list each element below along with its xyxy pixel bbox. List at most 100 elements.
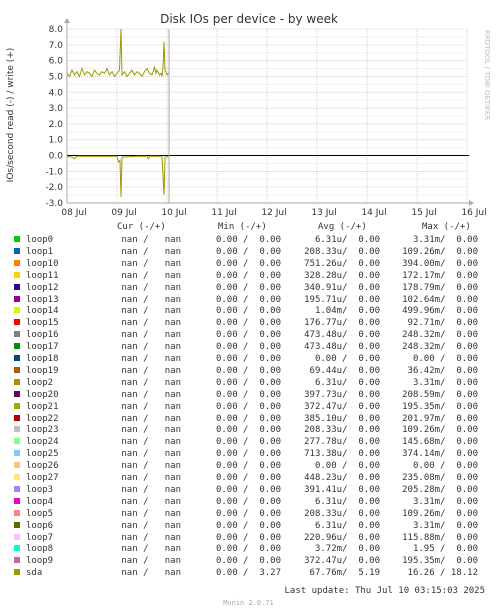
legend-swatch [14,247,20,254]
legend-avg: 328.28u/ 0.00 [304,270,380,281]
legend-min: 0.00 / 0.00 [215,306,281,317]
y-tick-label: -1.0 [45,167,63,177]
legend-row: loop10 nan / nan 0.00 / 0.00 751.26u/ 0.00 3… [0,258,497,270]
legend-row: loop13 nan / nan 0.00 / 0.00 195.71u/ 0.00 1… [0,294,497,306]
legend-row: loop14 nan / nan 0.00 / 0.00 1.04m/ 0.00 499… [0,305,497,317]
legend-swatch [14,521,20,528]
legend-name: loop4 [26,496,54,507]
legend-min: 0.00 / 0.00 [215,389,281,400]
x-tick-label: 13 Jul [311,208,336,218]
y-tick-label: 0.0 [49,152,64,162]
legend-name: loop6 [26,520,54,531]
legend-row: loop5 nan / nan 0.00 / 0.00 208.33u/ 0.00 10… [0,508,497,520]
legend-cur: nan / nan [121,282,181,293]
legend-avg: 473.48u/ 0.00 [304,342,380,353]
legend-swatch [14,271,20,278]
legend-cur: nan / nan [121,365,181,376]
legend-swatch [14,414,20,421]
legend-max: 248.32m/ 0.00 [402,330,478,341]
y-tick-label: 6.0 [49,57,64,67]
x-ticks: 08 Jul 09 Jul 10 Jul 11 Jul 12 Jul 13 Jul 14 J… [61,208,486,218]
legend-swatch [14,331,20,338]
legend-name: sda [26,568,43,579]
legend-cur: nan / nan [121,235,181,245]
legend-min: 0.00 / 0.00 [215,437,281,448]
legend-name: loop17 [26,342,59,353]
legend-min: 0.00 / 0.00 [215,235,281,245]
legend-name: loop18 [26,354,59,364]
legend-name: loop14 [26,306,59,317]
legend-cur: nan / nan [121,246,181,257]
legend-max: 16.26 / 18.12 [407,568,478,579]
legend-avg: 6.31u/ 0.00 [314,377,380,388]
legend-max: 3.31m/ 0.00 [412,235,478,245]
x-tick-label: 10 Jul [161,208,186,218]
y-tick-label: 5.0 [49,72,64,82]
legend-row: loop3 nan / nan 0.00 / 0.00 391.41u/ 0.00 20… [0,484,497,496]
legend-avg: 3.72m/ 0.00 [314,544,380,555]
y-tick-label: 7.0 [49,41,64,51]
legend-name: loop24 [26,437,59,448]
legend-row: loop7 nan / nan 0.00 / 0.00 220.96u/ 0.00 11… [0,532,497,544]
legend-row: loop4 nan / nan 0.00 / 0.00 6.31u/ 0.00 3.31… [0,496,497,508]
legend-max: 36.42m/ 0.00 [407,365,478,376]
legend-name: loop5 [26,508,54,519]
y-tick-label: 1.0 [49,136,64,146]
legend-avg: 6.31u/ 0.00 [314,520,380,531]
legend-cur: nan / nan [121,342,181,353]
legend-min: 0.00 / 0.00 [215,330,281,341]
legend-min: 0.00 / 0.00 [215,520,281,531]
x-tick-label: 11 Jul [211,208,236,218]
legend-max: 248.32m/ 0.00 [402,342,478,353]
legend-avg: 397.73u/ 0.00 [304,389,380,400]
legend-header-min: Min (-/+) [218,222,267,232]
legend-min: 0.00 / 0.00 [215,496,281,507]
legend-swatch [14,366,20,373]
legend-swatch [14,259,20,266]
legend-min: 0.00 / 0.00 [215,318,281,329]
watermark: RRDTOOL / TOBI OETIKER [483,30,491,120]
legend-row: loop25 nan / nan 0.00 / 0.00 713.38u/ 0.00 3… [0,448,497,460]
legend-row: loop22 nan / nan 0.00 / 0.00 385.10u/ 0.00 2… [0,413,497,425]
legend-min: 0.00 / 0.00 [215,354,281,364]
legend-avg: 751.26u/ 0.00 [304,258,380,269]
legend-name: loop11 [26,270,59,281]
legend-row: sda nan / nan 0.00 / 3.27 67.76m/ 5.19 16.26… [0,567,497,579]
legend-row: loop0 nan / nan 0.00 / 0.00 6.31u/ 0.00 3.31… [0,234,497,246]
legend-max: 172.17m/ 0.00 [402,270,478,281]
x-tick-label: 16 Jul [461,208,486,218]
legend-max: 3.31m/ 0.00 [412,377,478,388]
legend-name: loop3 [26,484,54,495]
legend-max: 374.14m/ 0.00 [402,449,478,460]
chart: Disk IOs per device - by week IOs/second… [6,12,491,218]
legend-cur: nan / nan [121,318,181,329]
legend-cur: nan / nan [121,568,181,579]
legend-avg: 6.31u/ 0.00 [314,235,380,245]
legend-row: loop20 nan / nan 0.00 / 0.00 397.73u/ 0.00 2… [0,389,497,401]
legend-swatch [14,319,20,326]
legend-cur: nan / nan [121,389,181,400]
legend-row: loop18 nan / nan 0.00 / 0.00 0.00 / 0.00 0.0… [0,353,497,365]
legend-min: 0.00 / 0.00 [215,532,281,543]
legend-avg: 195.71u/ 0.00 [304,294,380,305]
legend-swatch [14,557,20,564]
legend-cur: nan / nan [121,437,181,448]
legend-min: 0.00 / 0.00 [215,556,281,567]
legend-name: loop0 [26,235,54,245]
legend-cur: nan / nan [121,461,181,472]
x-tick-label: 09 Jul [111,208,136,218]
legend-name: loop9 [26,556,54,567]
legend-max: 0.00 / 0.00 [412,354,478,364]
legend-name: loop1 [26,246,54,257]
legend-name: loop7 [26,532,54,543]
legend-swatch [14,509,20,516]
legend-cur: nan / nan [121,508,181,519]
legend-max: 499.96m/ 0.00 [402,306,478,317]
legend-name: loop20 [26,389,59,400]
legend-max: 208.59m/ 0.00 [402,389,478,400]
legend-row: loop21 nan / nan 0.00 / 0.00 372.47u/ 0.00 1… [0,401,497,413]
legend-avg: 6.31u/ 0.00 [314,496,380,507]
legend-header-cur: Cur (-/+) [117,222,166,232]
legend-avg: 0.00 / 0.00 [314,354,380,364]
x-axis-arrow [469,200,474,206]
